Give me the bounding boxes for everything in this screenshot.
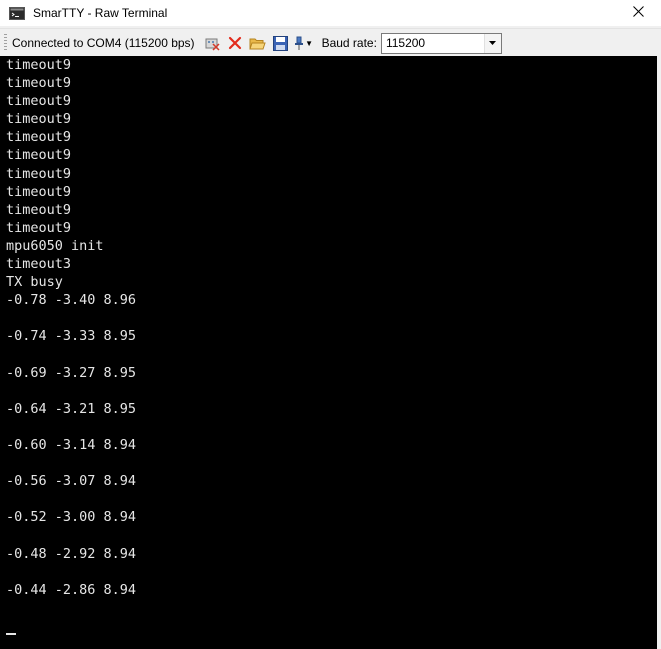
open-button[interactable] (247, 32, 269, 54)
disconnect-icon (228, 36, 242, 50)
terminal-line: timeout9 (6, 147, 72, 164)
disconnect-button[interactable] (224, 32, 246, 54)
terminal-line: -0.64 -3.21 8.95 (6, 400, 137, 417)
terminal-line: timeout9 (6, 75, 72, 92)
terminal-line: timeout9 (6, 201, 72, 218)
terminal-line: timeout9 (6, 183, 72, 200)
title-bar[interactable]: SmarTTY - Raw Terminal (0, 0, 661, 26)
window-title: SmarTTY - Raw Terminal (33, 6, 168, 20)
toolbar: Connected to COM4 (115200 bps) ▼ Baud ra… (0, 28, 661, 57)
terminal-line: timeout9 (6, 129, 72, 146)
pin-dropdown-button[interactable]: ▼ (293, 32, 315, 54)
terminal-line: -0.78 -3.40 8.96 (6, 292, 137, 309)
terminal-line: timeout9 (6, 165, 72, 182)
terminal-line: -0.44 -2.86 8.94 (6, 581, 137, 598)
close-icon (632, 4, 644, 22)
open-folder-icon (249, 36, 266, 51)
terminal-line: timeout3 (6, 256, 72, 273)
chevron-down-icon: ▼ (305, 38, 314, 48)
port-settings-icon (204, 35, 220, 51)
baud-rate-label: Baud rate: (321, 36, 377, 50)
terminal-line: -0.74 -3.33 8.95 (6, 328, 137, 345)
app-window: SmarTTY - Raw Terminal Connected to COM4… (0, 0, 661, 649)
terminal-cursor (6, 633, 16, 635)
connection-status: Connected to COM4 (115200 bps) (12, 36, 195, 50)
terminal-line: mpu6050 init (6, 237, 104, 254)
save-icon (273, 35, 289, 51)
terminal-output[interactable]: timeout9 timeout9 timeout9 timeout9 timeout9… (0, 56, 657, 649)
port-settings-button[interactable] (201, 32, 223, 54)
terminal-line: timeout9 (6, 111, 72, 128)
terminal-line: -0.69 -3.27 8.95 (6, 364, 137, 381)
window-right-border (657, 56, 661, 649)
terminal-line: timeout9 (6, 57, 72, 73)
baud-rate-value: 115200 (385, 36, 426, 50)
terminal-line: TX busy (6, 274, 63, 291)
terminal-line: -0.56 -3.07 8.94 (6, 473, 137, 490)
pin-icon (294, 36, 304, 51)
terminal-line: -0.48 -2.92 8.94 (6, 545, 137, 562)
terminal-lines: timeout9 timeout9 timeout9 timeout9 timeout9… (0, 56, 657, 599)
baud-rate-select[interactable]: 115200 (380, 32, 502, 54)
terminal-app-icon (9, 6, 25, 20)
terminal-line: timeout9 (6, 219, 72, 236)
terminal-line: -0.52 -3.00 8.94 (6, 509, 137, 526)
save-button[interactable] (270, 32, 292, 54)
terminal-line: timeout9 (6, 93, 72, 110)
close-button[interactable] (615, 0, 661, 26)
chevron-down-icon[interactable] (483, 33, 501, 53)
toolbar-grip[interactable] (4, 34, 7, 52)
terminal-line: -0.60 -3.14 8.94 (6, 436, 137, 453)
